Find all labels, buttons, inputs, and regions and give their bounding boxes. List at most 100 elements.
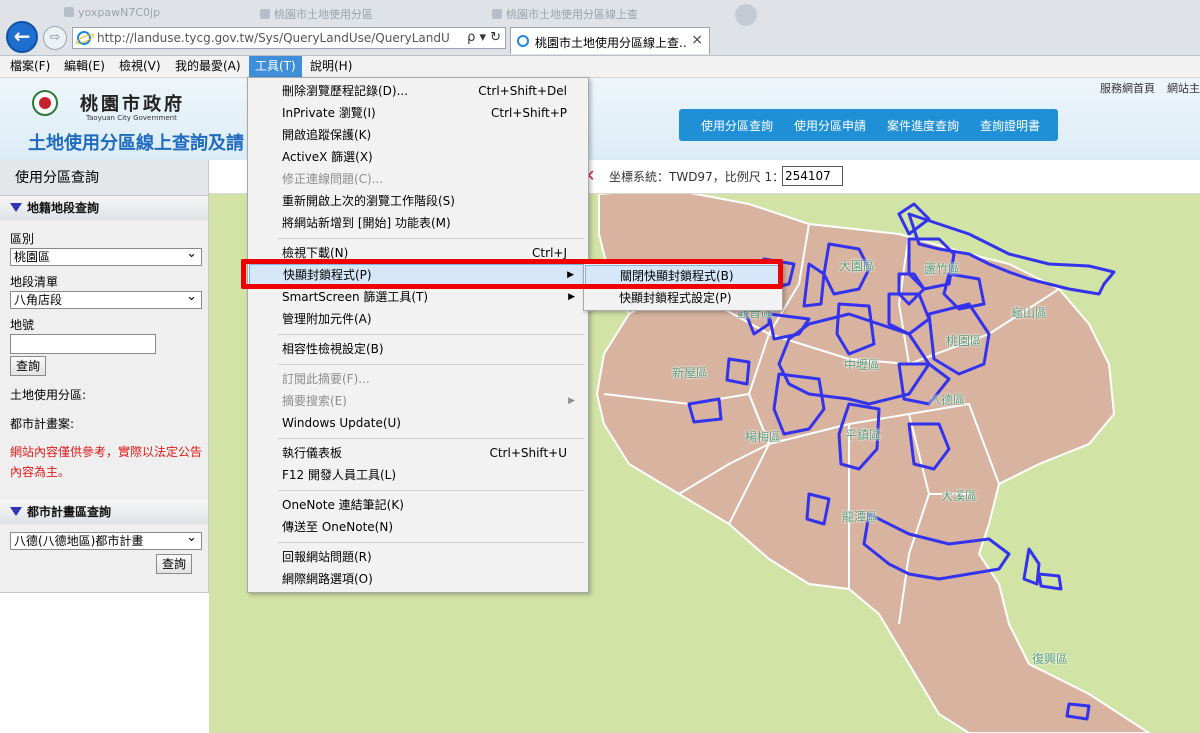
menu-item-shortcut: Ctrl+Shift+Del [478, 84, 567, 98]
menu-delete-history[interactable]: 刪除瀏覽歷程記錄(D)... Ctrl+Shift+Del [249, 80, 587, 102]
menu-compatibility-view[interactable]: 相容性檢視設定(B) [249, 338, 587, 360]
ie-logo-icon [517, 35, 529, 47]
menu-view-downloads[interactable]: 檢視下載(N) Ctrl+J [249, 242, 587, 264]
org-name: 桃園市政府 [80, 94, 185, 115]
menu-view[interactable]: 檢視(V) [113, 56, 167, 77]
overlay-q [1022, 547, 1041, 586]
lot-number-label: 地號 [10, 318, 35, 332]
menu-item-label: 執行儀表板 [282, 446, 343, 460]
district-label-guishan: 龜山區 [1011, 306, 1048, 320]
header-nav: 使用分區查詢 使用分區申請 案件進度查詢 查詢證明書 [679, 109, 1059, 141]
menu-item-label: 快顯封鎖程式(P) [283, 268, 372, 282]
link-service-home[interactable]: 服務網首頁 [1100, 82, 1155, 95]
collapse-triangle-icon [10, 203, 22, 212]
menu-tools[interactable]: 工具(T) [249, 56, 302, 77]
tab-title: 桃園市土地使用分區線上查... [535, 36, 687, 50]
menu-favorites[interactable]: 我的最愛(A) [169, 56, 247, 77]
menu-inprivate[interactable]: InPrivate 瀏覽(I) Ctrl+Shift+P [249, 102, 587, 124]
background-tab[interactable]: 桃園市土地使用分區 [260, 6, 420, 22]
district-label-daxi: 大溪區 [941, 489, 978, 503]
menu-report-site-problem[interactable]: 回報網站問題(R) [249, 546, 587, 568]
city-seal-logo[interactable] [32, 90, 58, 116]
menu-popup-blocker-settings[interactable]: 快顯封鎖程式設定(P) [585, 287, 781, 309]
district-label-zhongli: 中壢區 [844, 358, 881, 372]
menu-file[interactable]: 檔案(F) [4, 56, 56, 77]
address-url[interactable]: http://landuse.tycg.gov.tw/Sys/QueryLand… [97, 31, 449, 45]
menu-separator [278, 364, 584, 365]
menu-reopen-session[interactable]: 重新開啟上次的瀏覽工作階段(S) [249, 190, 587, 212]
menu-manage-addons[interactable]: 管理附加元件(A) [249, 308, 587, 330]
menu-f12-devtools[interactable]: F12 開發人員工具(L) [249, 464, 587, 486]
district-label-taoyuan: 桃園區 [946, 334, 983, 348]
browser-chrome: yoxpawN7C0jp 桃園市土地使用分區 桃園市土地使用分區線上查 ← ⇨ … [0, 0, 1200, 56]
coordinate-system-label: 坐標系統：TWD97，比例尺 1： [609, 170, 785, 184]
address-bar[interactable]: http://landuse.tycg.gov.tw/Sys/QueryLand… [72, 27, 506, 49]
sidebar: 使用分區查詢 地籍地段查詢 區別 桃園區 地段清單 八角店段 地號 查詢 土地使… [0, 160, 209, 733]
menu-item-shortcut: Ctrl+J [532, 246, 567, 260]
menu-item-label: OneNote 連結筆記(K) [282, 498, 404, 512]
nav-case-progress[interactable]: 案件進度查詢 [887, 117, 959, 134]
menu-item-label: ActiveX 篩選(X) [282, 150, 373, 164]
menu-tracking-protection[interactable]: 開啟追蹤保護(K) [249, 124, 587, 146]
sidebar-title: 使用分區查詢 [0, 160, 209, 196]
menu-separator [278, 542, 584, 543]
menu-activex-filter[interactable]: ActiveX 篩選(X) [249, 146, 587, 168]
collapse-triangle-icon [10, 507, 22, 516]
urban-plan-query-button[interactable]: 查詢 [156, 554, 193, 574]
menu-send-to-onenote[interactable]: 傳送至 OneNote(N) [249, 516, 587, 538]
back-button[interactable]: ← [6, 21, 38, 53]
urban-plan-query-heading[interactable]: 都市計畫區查詢 [0, 500, 208, 524]
nav-zone-apply[interactable]: 使用分區申請 [794, 117, 866, 134]
scale-input[interactable]: 254107 [782, 166, 843, 186]
menu-internet-options[interactable]: 網際網路選項(O) [249, 568, 587, 590]
district-select[interactable]: 桃園區 [10, 246, 202, 266]
cadastral-query-heading[interactable]: 地籍地段查詢 [0, 196, 208, 220]
top-links: 服務網首頁 網站主 [1100, 80, 1200, 96]
lot-number-input[interactable] [10, 334, 156, 354]
urban-plan-label: 都市計畫案: [10, 417, 75, 431]
menu-item-label: 刪除瀏覽歷程記錄(D)... [282, 84, 409, 98]
menu-item-label: 訂閱此摘要(F)... [282, 372, 370, 386]
menu-onenote-linked[interactable]: OneNote 連結筆記(K) [249, 494, 587, 516]
menu-popup-blocker[interactable]: 快顯封鎖程式(P) ▶ [249, 264, 587, 286]
menu-help[interactable]: 說明(H) [304, 56, 358, 77]
menu-fix-connection: 修正連線問題(C)... [249, 168, 587, 190]
menu-edit[interactable]: 編輯(E) [58, 56, 111, 77]
tools-menu: 刪除瀏覽歷程記錄(D)... Ctrl+Shift+Del InPrivate 瀏… [247, 77, 589, 593]
nav-zone-query[interactable]: 使用分區查詢 [701, 117, 773, 134]
background-tab[interactable]: 桃園市土地使用分區線上查 [492, 6, 692, 22]
landuse-zone-label: 土地使用分區: [10, 388, 87, 402]
cadastral-query-button[interactable]: 查詢 [10, 356, 47, 376]
section-select[interactable]: 八角店段 [10, 289, 202, 309]
menu-smartscreen[interactable]: SmartScreen 篩選工具(T) ▶ [249, 286, 587, 308]
menu-add-to-start[interactable]: 將網站新增到 [開始] 功能表(M) [249, 212, 587, 234]
background-tabs: yoxpawN7C0jp 桃園市土地使用分區 桃園市土地使用分區線上查 [60, 0, 780, 26]
site-header: 桃園市政府 Taoyuan City Government 土地使用分區線上查詢… [0, 78, 1200, 160]
background-tab[interactable]: yoxpawN7C0jp [64, 6, 184, 22]
menu-windows-update[interactable]: Windows Update(U) [249, 412, 587, 434]
tab-close-icon[interactable]: × [691, 32, 703, 48]
menu-item-label: 傳送至 OneNote(N) [282, 520, 393, 534]
section-heading-label: 都市計畫區查詢 [27, 505, 112, 519]
menu-dashboard[interactable]: 執行儀表板 Ctrl+Shift+U [249, 442, 587, 464]
menu-separator [278, 334, 584, 335]
menu-item-label: InPrivate 瀏覽(I) [282, 106, 376, 120]
site-title-text: 土地使用分區線上查詢及 [28, 133, 226, 154]
link-site-main[interactable]: 網站主 [1167, 82, 1200, 95]
menu-turn-off-popup-blocker[interactable]: 關閉快顯封鎖程式(B) [585, 265, 781, 287]
urban-plan-select[interactable]: 八德(八德地區)都市計畫 [10, 530, 202, 550]
district-label-fuxing: 復興區 [1032, 652, 1069, 666]
menu-subscribe-feed: 訂閱此摘要(F)... [249, 368, 587, 390]
menu-bar: 檔案(F) 編輯(E) 檢視(V) 我的最愛(A) 工具(T) 說明(H) [0, 56, 1200, 78]
district-label-bade: 八德區 [929, 393, 966, 407]
active-tab[interactable]: 桃園市土地使用分區線上查... × [510, 27, 710, 54]
nav-certificate-query[interactable]: 查詢證明書 [980, 117, 1040, 134]
menu-item-shortcut: Ctrl+Shift+U [489, 446, 567, 460]
menu-item-shortcut: Ctrl+Shift+P [491, 106, 567, 120]
forward-button[interactable]: ⇨ [43, 26, 67, 50]
menu-separator [278, 490, 584, 491]
menu-item-label: 管理附加元件(A) [282, 312, 372, 326]
new-tab-icon[interactable] [735, 4, 757, 26]
menu-item-label: 相容性檢視設定(B) [282, 342, 384, 356]
search-refresh-icons[interactable]: ρ ▾ ↻ [467, 30, 501, 45]
